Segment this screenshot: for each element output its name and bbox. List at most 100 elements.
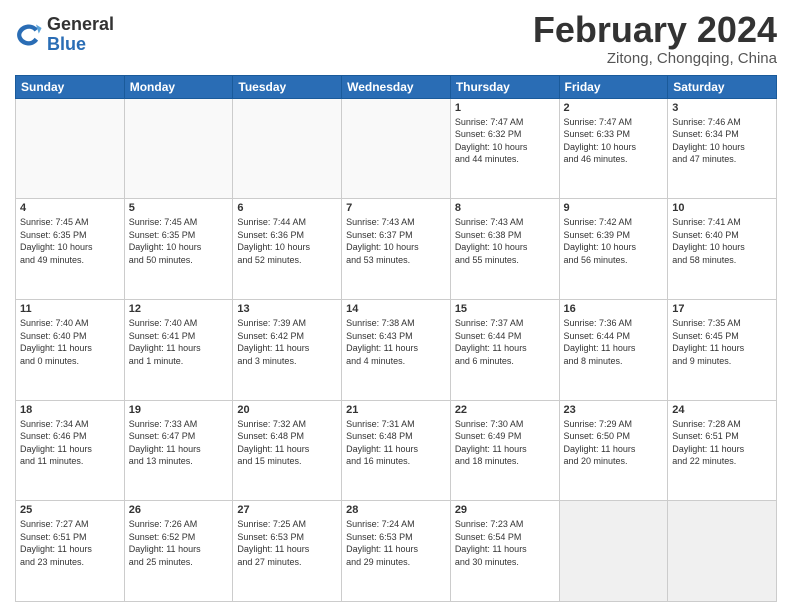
- day-info: Sunrise: 7:41 AM Sunset: 6:40 PM Dayligh…: [672, 216, 772, 266]
- calendar-header-sunday: Sunday: [16, 75, 125, 98]
- day-info: Sunrise: 7:43 AM Sunset: 6:38 PM Dayligh…: [455, 216, 555, 266]
- day-number: 8: [455, 202, 555, 214]
- day-info: Sunrise: 7:34 AM Sunset: 6:46 PM Dayligh…: [20, 418, 120, 468]
- day-number: 23: [564, 404, 664, 416]
- day-number: 10: [672, 202, 772, 214]
- calendar-cell: 12 Sunrise: 7:40 AM Sunset: 6:41 PM Dayli…: [124, 299, 233, 400]
- calendar-cell: [342, 98, 451, 199]
- calendar-cell: 11Sunrise: 7:40 AM Sunset: 6:40 PM Dayli…: [16, 299, 125, 400]
- logo-text: General Blue: [47, 15, 114, 55]
- day-number: 28: [346, 504, 446, 516]
- calendar-cell: [559, 501, 668, 602]
- day-info: Sunrise: 7:39 AM Sunset: 6:42 PM Dayligh…: [237, 317, 337, 367]
- calendar-cell: 5 Sunrise: 7:45 AM Sunset: 6:35 PM Daylig…: [124, 199, 233, 300]
- day-number: 18: [20, 404, 120, 416]
- day-number: 21: [346, 404, 446, 416]
- day-info: Sunrise: 7:42 AM Sunset: 6:39 PM Dayligh…: [564, 216, 664, 266]
- day-number: 27: [237, 504, 337, 516]
- calendar-table: SundayMondayTuesdayWednesdayThursdayFrid…: [15, 75, 777, 602]
- day-info: Sunrise: 7:31 AM Sunset: 6:48 PM Dayligh…: [346, 418, 446, 468]
- day-number: 24: [672, 404, 772, 416]
- calendar-cell: 19 Sunrise: 7:33 AM Sunset: 6:47 PM Dayli…: [124, 400, 233, 501]
- calendar-cell: 25 Sunrise: 7:27 AM Sunset: 6:51 PM Dayli…: [16, 501, 125, 602]
- header: General Blue February 2024 Zitong, Chong…: [15, 10, 777, 67]
- day-info: Sunrise: 7:29 AM Sunset: 6:50 PM Dayligh…: [564, 418, 664, 468]
- calendar-header-saturday: Saturday: [668, 75, 777, 98]
- day-number: 13: [237, 303, 337, 315]
- calendar-cell: 14 Sunrise: 7:38 AM Sunset: 6:43 PM Dayli…: [342, 299, 451, 400]
- day-number: 14: [346, 303, 446, 315]
- month-title: February 2024: [533, 10, 777, 50]
- day-number: 3: [672, 102, 772, 114]
- calendar-cell: 18 Sunrise: 7:34 AM Sunset: 6:46 PM Dayli…: [16, 400, 125, 501]
- day-number: 12: [129, 303, 229, 315]
- calendar-week-row: 11Sunrise: 7:40 AM Sunset: 6:40 PM Dayli…: [16, 299, 777, 400]
- calendar-cell: 22Sunrise: 7:30 AM Sunset: 6:49 PM Dayli…: [450, 400, 559, 501]
- day-info: Sunrise: 7:43 AM Sunset: 6:37 PM Dayligh…: [346, 216, 446, 266]
- calendar-week-row: 4Sunrise: 7:45 AM Sunset: 6:35 PM Daylig…: [16, 199, 777, 300]
- calendar-cell: 6Sunrise: 7:44 AM Sunset: 6:36 PM Daylig…: [233, 199, 342, 300]
- day-info: Sunrise: 7:45 AM Sunset: 6:35 PM Dayligh…: [129, 216, 229, 266]
- day-info: Sunrise: 7:26 AM Sunset: 6:52 PM Dayligh…: [129, 518, 229, 568]
- day-info: Sunrise: 7:23 AM Sunset: 6:54 PM Dayligh…: [455, 518, 555, 568]
- day-number: 16: [564, 303, 664, 315]
- logo-general: General: [47, 15, 114, 35]
- calendar-header-row: SundayMondayTuesdayWednesdayThursdayFrid…: [16, 75, 777, 98]
- day-info: Sunrise: 7:38 AM Sunset: 6:43 PM Dayligh…: [346, 317, 446, 367]
- calendar-week-row: 18 Sunrise: 7:34 AM Sunset: 6:46 PM Dayli…: [16, 400, 777, 501]
- day-info: Sunrise: 7:46 AM Sunset: 6:34 PM Dayligh…: [672, 116, 772, 166]
- day-number: 26: [129, 504, 229, 516]
- calendar-cell: 8 Sunrise: 7:43 AM Sunset: 6:38 PM Daylig…: [450, 199, 559, 300]
- calendar-cell: 16Sunrise: 7:36 AM Sunset: 6:44 PM Dayli…: [559, 299, 668, 400]
- calendar-cell: 23 Sunrise: 7:29 AM Sunset: 6:50 PM Dayli…: [559, 400, 668, 501]
- day-info: Sunrise: 7:40 AM Sunset: 6:41 PM Dayligh…: [129, 317, 229, 367]
- calendar-cell: 17 Sunrise: 7:35 AM Sunset: 6:45 PM Dayli…: [668, 299, 777, 400]
- day-info: Sunrise: 7:47 AM Sunset: 6:32 PM Dayligh…: [455, 116, 555, 166]
- location: Zitong, Chongqing, China: [533, 50, 777, 67]
- calendar-week-row: 1 Sunrise: 7:47 AM Sunset: 6:32 PM Daylig…: [16, 98, 777, 199]
- day-info: Sunrise: 7:47 AM Sunset: 6:33 PM Dayligh…: [564, 116, 664, 166]
- day-number: 25: [20, 504, 120, 516]
- calendar-cell: 13 Sunrise: 7:39 AM Sunset: 6:42 PM Dayli…: [233, 299, 342, 400]
- logo: General Blue: [15, 15, 114, 55]
- calendar-cell: 21 Sunrise: 7:31 AM Sunset: 6:48 PM Dayli…: [342, 400, 451, 501]
- calendar-cell: 10 Sunrise: 7:41 AM Sunset: 6:40 PM Dayli…: [668, 199, 777, 300]
- calendar-cell: [668, 501, 777, 602]
- calendar-cell: 9 Sunrise: 7:42 AM Sunset: 6:39 PM Daylig…: [559, 199, 668, 300]
- day-number: 9: [564, 202, 664, 214]
- day-number: 11: [20, 303, 120, 315]
- logo-icon: [15, 21, 43, 49]
- calendar-header-wednesday: Wednesday: [342, 75, 451, 98]
- calendar-cell: 20Sunrise: 7:32 AM Sunset: 6:48 PM Dayli…: [233, 400, 342, 501]
- calendar-cell: [16, 98, 125, 199]
- day-info: Sunrise: 7:33 AM Sunset: 6:47 PM Dayligh…: [129, 418, 229, 468]
- day-number: 5: [129, 202, 229, 214]
- calendar-cell: [124, 98, 233, 199]
- day-info: Sunrise: 7:44 AM Sunset: 6:36 PM Dayligh…: [237, 216, 337, 266]
- calendar-cell: 15 Sunrise: 7:37 AM Sunset: 6:44 PM Dayli…: [450, 299, 559, 400]
- day-info: Sunrise: 7:37 AM Sunset: 6:44 PM Dayligh…: [455, 317, 555, 367]
- day-number: 19: [129, 404, 229, 416]
- day-info: Sunrise: 7:32 AM Sunset: 6:48 PM Dayligh…: [237, 418, 337, 468]
- calendar-cell: 29Sunrise: 7:23 AM Sunset: 6:54 PM Dayli…: [450, 501, 559, 602]
- day-info: Sunrise: 7:35 AM Sunset: 6:45 PM Dayligh…: [672, 317, 772, 367]
- calendar-cell: 3 Sunrise: 7:46 AM Sunset: 6:34 PM Daylig…: [668, 98, 777, 199]
- page: General Blue February 2024 Zitong, Chong…: [0, 0, 792, 612]
- calendar-cell: 1 Sunrise: 7:47 AM Sunset: 6:32 PM Daylig…: [450, 98, 559, 199]
- calendar-header-tuesday: Tuesday: [233, 75, 342, 98]
- calendar-header-thursday: Thursday: [450, 75, 559, 98]
- day-number: 15: [455, 303, 555, 315]
- logo-blue: Blue: [47, 35, 114, 55]
- day-number: 17: [672, 303, 772, 315]
- calendar-cell: 2 Sunrise: 7:47 AM Sunset: 6:33 PM Daylig…: [559, 98, 668, 199]
- calendar-cell: 27 Sunrise: 7:25 AM Sunset: 6:53 PM Dayli…: [233, 501, 342, 602]
- calendar-header-friday: Friday: [559, 75, 668, 98]
- day-info: Sunrise: 7:45 AM Sunset: 6:35 PM Dayligh…: [20, 216, 120, 266]
- day-number: 1: [455, 102, 555, 114]
- day-number: 2: [564, 102, 664, 114]
- day-number: 7: [346, 202, 446, 214]
- day-info: Sunrise: 7:25 AM Sunset: 6:53 PM Dayligh…: [237, 518, 337, 568]
- day-info: Sunrise: 7:28 AM Sunset: 6:51 PM Dayligh…: [672, 418, 772, 468]
- day-info: Sunrise: 7:27 AM Sunset: 6:51 PM Dayligh…: [20, 518, 120, 568]
- calendar-cell: 28Sunrise: 7:24 AM Sunset: 6:53 PM Dayli…: [342, 501, 451, 602]
